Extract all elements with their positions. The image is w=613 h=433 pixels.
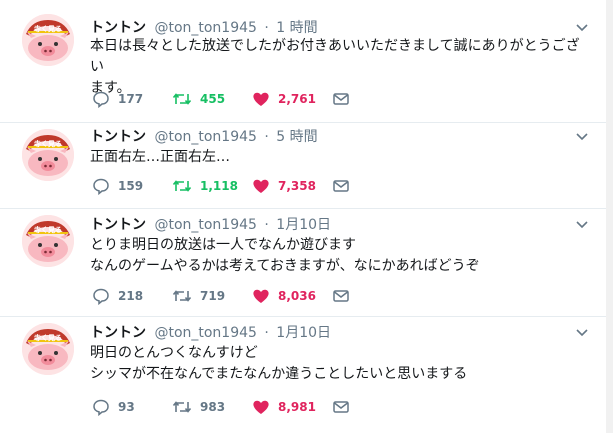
- chevron-down-icon[interactable]: [574, 217, 590, 233]
- display-name[interactable]: トントン: [90, 325, 146, 341]
- like-button[interactable]: 2,761: [252, 89, 316, 109]
- direct-message-button[interactable]: [332, 89, 350, 109]
- like-count: 2,761: [278, 92, 316, 106]
- heart-icon: [253, 400, 269, 414]
- separator-dot: ·: [264, 325, 269, 341]
- chevron-down-icon[interactable]: [574, 20, 590, 36]
- timeline: 寺く見る トントン @ton_ton1945 · 1 時間 本日は長々とした放送…: [0, 0, 606, 433]
- retweet-button[interactable]: 719: [172, 286, 225, 306]
- heart-icon: [253, 92, 269, 106]
- avatar[interactable]: 寺く見る: [22, 129, 74, 181]
- pig-avatar-icon: 寺く見る: [22, 215, 74, 267]
- retweet-icon: [172, 93, 192, 105]
- avatar[interactable]: 寺く見る: [22, 323, 74, 375]
- user-handle[interactable]: @ton_ton1945: [154, 325, 256, 341]
- tweet-text-line: とりま明日の放送は一人でなんか遊びます: [90, 237, 356, 253]
- timestamp[interactable]: 1 時間: [276, 20, 317, 36]
- retweet-count: 983: [200, 400, 226, 414]
- tweet-text-line: なんのゲームやるかは考えておきますが、なにかあればどうぞ: [90, 258, 480, 274]
- retweet-button[interactable]: 983: [172, 397, 225, 417]
- tweet[interactable]: 寺く見る トントン @ton_ton1945 · 1 時間 本日は長々とした放送…: [0, 0, 606, 123]
- envelope-icon: [333, 401, 349, 413]
- display-name[interactable]: トントン: [90, 129, 146, 145]
- svg-text:寺く見る: 寺く見る: [34, 333, 62, 342]
- user-handle[interactable]: @ton_ton1945: [154, 20, 256, 36]
- reply-count: 177: [118, 92, 144, 106]
- reply-button[interactable]: 218: [92, 286, 143, 306]
- like-button[interactable]: 7,358: [252, 176, 316, 196]
- separator-dot: ·: [264, 217, 269, 233]
- timestamp[interactable]: 5 時間: [276, 129, 317, 145]
- tweet[interactable]: 寺く見る トントン @ton_ton1945 · 1月10日 明日のとんつくなん…: [0, 317, 606, 433]
- reply-count: 159: [118, 179, 144, 193]
- tweet-text-line: シッマが不在なんでまたなんか違うことしたいと思いまする: [90, 366, 468, 382]
- retweet-icon: [172, 401, 192, 413]
- reply-count: 93: [118, 400, 135, 414]
- tweet-text: 明日のとんつくなんすけど シッマが不在なんでまたなんか違うことしたいと思いまする: [90, 343, 590, 385]
- svg-text:寺く見る: 寺く見る: [34, 139, 62, 148]
- pig-avatar-icon: 寺く見る: [22, 14, 74, 66]
- reply-button[interactable]: 93: [92, 397, 135, 417]
- reply-icon: [93, 399, 109, 416]
- like-count: 8,981: [278, 400, 316, 414]
- pig-avatar-icon: 寺く見る: [22, 323, 74, 375]
- separator-dot: ·: [264, 129, 269, 145]
- tweet-text-line: 明日のとんつくなんすけど: [90, 345, 258, 361]
- retweet-count: 719: [200, 289, 226, 303]
- separator-dot: ·: [264, 20, 269, 36]
- timestamp[interactable]: 1月10日: [276, 217, 331, 233]
- retweet-icon: [172, 180, 192, 192]
- svg-text:寺く見る: 寺く見る: [34, 225, 62, 234]
- retweet-button[interactable]: 455: [172, 89, 225, 109]
- envelope-icon: [333, 93, 349, 105]
- retweet-button[interactable]: 1,118: [172, 176, 238, 196]
- retweet-count: 455: [200, 92, 226, 106]
- reply-button[interactable]: 177: [92, 89, 143, 109]
- tweet-header: トントン @ton_ton1945 · 1 時間: [90, 18, 318, 38]
- tweet-text: 正面右左…正面右左…: [90, 147, 590, 168]
- pig-avatar-icon: 寺く見る: [22, 129, 74, 181]
- tweet-text-line: 本日は長々とした放送でしたがお付きあいいただきまして誠にありがとうござい: [90, 38, 580, 75]
- like-count: 7,358: [278, 179, 316, 193]
- reply-icon: [93, 91, 109, 108]
- direct-message-button[interactable]: [332, 397, 350, 417]
- svg-text:寺く見る: 寺く見る: [34, 24, 62, 33]
- direct-message-button[interactable]: [332, 176, 350, 196]
- reply-count: 218: [118, 289, 144, 303]
- tweet[interactable]: 寺く見る トントン @ton_ton1945 · 1月10日 とりま明日の放送は…: [0, 209, 606, 317]
- tweet-text-line: 正面右左…正面右左…: [90, 149, 230, 165]
- tweet-text: とりま明日の放送は一人でなんか遊びます なんのゲームやるかは考えておきますが、な…: [90, 235, 590, 277]
- envelope-icon: [333, 180, 349, 192]
- envelope-icon: [333, 290, 349, 302]
- user-handle[interactable]: @ton_ton1945: [154, 129, 256, 145]
- display-name[interactable]: トントン: [90, 20, 146, 36]
- scrollbar[interactable]: [606, 0, 613, 433]
- like-count: 8,036: [278, 289, 316, 303]
- reply-icon: [93, 178, 109, 195]
- timestamp[interactable]: 1月10日: [276, 325, 331, 341]
- reply-button[interactable]: 159: [92, 176, 143, 196]
- like-button[interactable]: 8,036: [252, 286, 316, 306]
- like-button[interactable]: 8,981: [252, 397, 316, 417]
- reply-icon: [93, 288, 109, 305]
- tweet-header: トントン @ton_ton1945 · 1月10日: [90, 215, 331, 235]
- direct-message-button[interactable]: [332, 286, 350, 306]
- heart-icon: [253, 289, 269, 303]
- avatar[interactable]: 寺く見る: [22, 215, 74, 267]
- user-handle[interactable]: @ton_ton1945: [154, 217, 256, 233]
- retweet-icon: [172, 290, 192, 302]
- retweet-count: 1,118: [200, 179, 238, 193]
- tweet-header: トントン @ton_ton1945 · 5 時間: [90, 127, 318, 147]
- chevron-down-icon[interactable]: [574, 325, 590, 341]
- tweet[interactable]: 寺く見る トントン @ton_ton1945 · 5 時間 正面右左…正面右左…: [0, 123, 606, 209]
- heart-icon: [253, 179, 269, 193]
- tweet-header: トントン @ton_ton1945 · 1月10日: [90, 323, 331, 343]
- chevron-down-icon[interactable]: [574, 129, 590, 145]
- display-name[interactable]: トントン: [90, 217, 146, 233]
- avatar[interactable]: 寺く見る: [22, 14, 74, 66]
